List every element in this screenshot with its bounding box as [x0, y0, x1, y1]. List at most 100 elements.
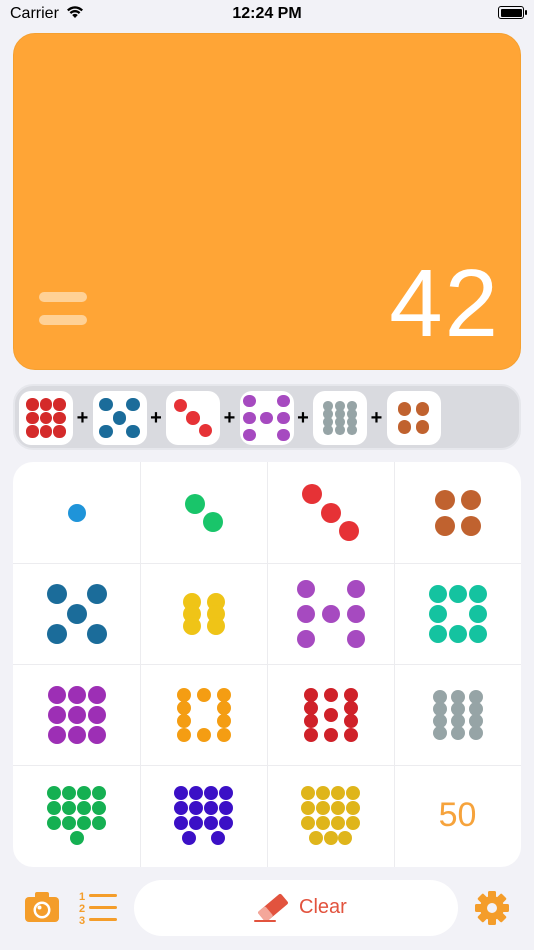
key-dot [188, 800, 203, 815]
key-14[interactable] [140, 765, 267, 866]
key-dot [67, 503, 86, 522]
key-dot [468, 624, 487, 643]
key-13[interactable] [13, 765, 140, 866]
tray-term-dot [99, 397, 113, 412]
gear-icon[interactable] [474, 890, 510, 926]
key-10[interactable] [140, 664, 267, 765]
key-dot [77, 816, 91, 830]
tray-term-9[interactable] [19, 391, 73, 445]
key-dot [346, 816, 360, 830]
key-dot [448, 584, 467, 603]
key-dot [87, 705, 106, 724]
key-dot [92, 800, 106, 815]
key-dot [434, 515, 455, 536]
key-15[interactable] [267, 765, 394, 866]
key-dot [67, 725, 86, 744]
plus-operator: + [223, 407, 236, 429]
key-dot [219, 816, 233, 830]
key-dot [202, 511, 223, 532]
tray-term-dot [126, 424, 140, 439]
key-8[interactable] [394, 563, 521, 664]
key-5[interactable] [13, 563, 140, 664]
key-dot [77, 786, 91, 800]
tray-term-5[interactable] [92, 391, 147, 445]
key-dot [181, 831, 196, 845]
tray-term-dot [335, 425, 345, 435]
tray-term-dot [397, 402, 412, 416]
key-7[interactable] [267, 563, 394, 664]
tray-term-dot [39, 398, 53, 411]
key-dot [346, 786, 360, 800]
result-value: 42 [389, 250, 500, 357]
tray-term-7[interactable] [239, 391, 294, 445]
key-dot [343, 687, 358, 702]
tray-term-dot [53, 398, 66, 411]
key-dot [450, 725, 465, 740]
key-dot [67, 705, 86, 724]
key-dot [46, 583, 67, 604]
key-dot [428, 624, 447, 643]
key-dot [46, 623, 67, 644]
key-dot [176, 714, 191, 729]
key-dot [428, 584, 447, 603]
key-6[interactable] [140, 563, 267, 664]
tray-term-dot [39, 411, 53, 425]
dot-keypad: 50 [13, 462, 521, 867]
tray-term-4[interactable] [386, 391, 441, 445]
key-dot [92, 816, 106, 830]
key-dot [61, 816, 76, 830]
key-dot [67, 685, 86, 704]
key-dot [343, 700, 358, 715]
plus-operator: + [370, 407, 383, 429]
equals-icon [39, 292, 87, 326]
tray-term-dot [173, 398, 188, 413]
key-dot [468, 584, 487, 603]
key-1[interactable] [13, 462, 140, 563]
key-dot [219, 800, 233, 815]
key-dot [321, 604, 340, 623]
clear-button[interactable]: Clear [134, 880, 458, 936]
plus-operator: + [150, 407, 162, 429]
tray-term-dot [415, 420, 430, 434]
key-dot [315, 816, 330, 830]
key-dot [301, 816, 315, 830]
tray-term-dot [397, 420, 412, 434]
key-dot [216, 687, 231, 702]
key-dot [174, 816, 188, 830]
svg-text:2: 2 [79, 903, 85, 915]
key-dot [47, 800, 61, 815]
tray-term-dot [126, 397, 140, 412]
key-dot [468, 725, 483, 740]
tray-term-dot [277, 411, 290, 425]
key-dot [69, 831, 84, 845]
key-9[interactable] [13, 664, 140, 765]
key-dot [331, 816, 345, 830]
key-dot [86, 623, 107, 644]
key-dot [315, 800, 330, 815]
key-dot [323, 707, 338, 722]
key-2[interactable] [140, 462, 267, 563]
camera-icon[interactable] [24, 891, 60, 923]
key-3[interactable] [267, 462, 394, 563]
key-dot [204, 816, 218, 830]
tray-term-3[interactable] [166, 391, 220, 445]
key-dot [448, 624, 467, 643]
key-12[interactable] [394, 664, 521, 765]
key-dot [219, 786, 233, 800]
key-50[interactable]: 50 [394, 765, 521, 866]
tray-term-dot [415, 402, 430, 416]
key-11[interactable] [267, 664, 394, 765]
eraser-icon [254, 893, 288, 922]
key-dot [296, 604, 315, 623]
result-display: 42 [13, 33, 521, 370]
key-dot [216, 727, 231, 742]
key-dot [66, 603, 87, 624]
key-dot [346, 579, 365, 598]
numbered-list-icon[interactable]: 1 2 3 [78, 889, 118, 925]
tray-term-12[interactable] [313, 391, 367, 445]
key-dot [176, 700, 191, 715]
key-4[interactable] [394, 462, 521, 563]
key-dot [303, 687, 318, 702]
key-dot [331, 786, 345, 800]
tray-term-dot [277, 394, 290, 408]
